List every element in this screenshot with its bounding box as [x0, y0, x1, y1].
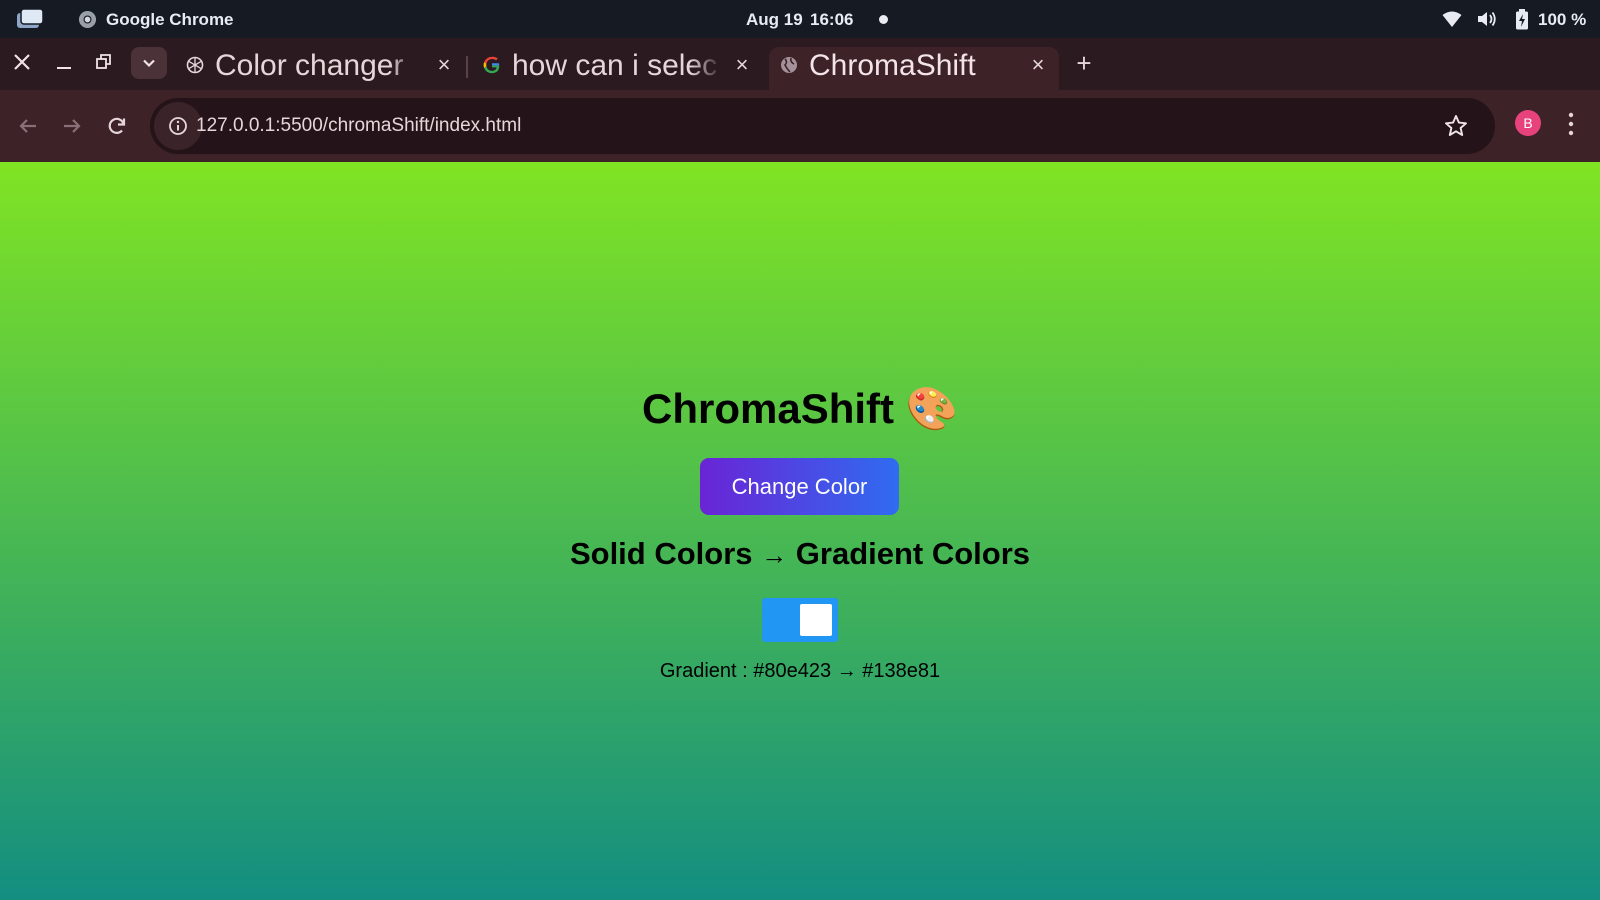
chrome-icon [78, 10, 97, 29]
tab-title: Color changer [215, 49, 404, 82]
volume-icon[interactable] [1477, 10, 1497, 28]
tab-search-button[interactable] [131, 47, 167, 79]
tab-close-icon[interactable]: × [731, 54, 753, 76]
site-info-button[interactable] [154, 102, 202, 150]
mode-arrow-icon: → [761, 540, 788, 570]
tab-chromashift[interactable]: ChromaShift × [769, 47, 1059, 90]
reload-icon[interactable] [103, 112, 131, 140]
tab-title: how can i selec [512, 49, 718, 82]
gradient-colors-label: Gradient Colors [795, 536, 1031, 571]
google-icon [483, 56, 500, 74]
new-tab-icon[interactable]: + [1071, 50, 1097, 76]
solid-colors-label: Solid Colors [569, 536, 753, 571]
gradient-start-value: #80e423 [753, 660, 832, 682]
bookmark-star-icon[interactable] [1443, 113, 1469, 139]
os-top-bar: Google Chrome Aug 19 16:06 100 % [0, 0, 1600, 38]
forward-arrow-icon[interactable] [58, 112, 86, 140]
app-title: ChromaShift [642, 385, 895, 432]
page-title: ChromaShift 🎨 [0, 384, 1600, 434]
tab-close-icon[interactable]: × [1027, 54, 1049, 76]
notification-dot [879, 15, 888, 24]
page-viewport: ChromaShift 🎨 Change Color Solid Colors … [0, 162, 1600, 900]
tab-color-changer[interactable]: Color changer × [175, 47, 465, 90]
openai-icon [186, 56, 204, 74]
more-menu-icon[interactable] [1561, 110, 1581, 138]
change-color-button[interactable]: Change Color [700, 458, 899, 515]
window-restore-icon[interactable] [90, 48, 118, 76]
window-close-icon[interactable] [8, 48, 36, 76]
gradient-prefix: Gradient : [659, 660, 748, 682]
palette-icon: 🎨 [905, 384, 958, 433]
gradient-mode-toggle[interactable] [762, 598, 838, 642]
gradient-arrow-icon: → [836, 660, 857, 682]
tab-google-search[interactable]: how can i selec × [472, 47, 762, 90]
gradient-readout: Gradient : #80e423 → #138e81 [0, 660, 1600, 683]
wifi-icon[interactable] [1442, 10, 1462, 28]
battery-percentage[interactable]: 100 % [1538, 10, 1586, 30]
back-arrow-icon[interactable] [14, 112, 42, 140]
active-app-name[interactable]: Google Chrome [106, 10, 234, 30]
profile-avatar[interactable]: B [1515, 110, 1541, 136]
gradient-end-value: #138e81 [862, 660, 941, 682]
tab-title: ChromaShift [809, 49, 976, 82]
clock-date[interactable]: Aug 19 [746, 10, 803, 30]
globe-icon [781, 57, 797, 73]
chevron-down-icon [143, 59, 155, 68]
window-minimize-icon[interactable] [50, 48, 78, 76]
address-bar[interactable]: 127.0.0.1:5500/chromaShift/index.html [150, 98, 1495, 154]
battery-icon[interactable] [1515, 9, 1529, 30]
clock-time[interactable]: 16:06 [810, 10, 853, 30]
tab-divider [466, 56, 468, 78]
toggle-knob [800, 604, 832, 636]
tab-close-icon[interactable]: × [433, 54, 455, 76]
browser-toolbar: 127.0.0.1:5500/chromaShift/index.html B [0, 90, 1600, 162]
tab-strip: Color changer × how can i selec × Chroma… [0, 38, 1600, 90]
info-icon [169, 117, 187, 135]
mode-label: Solid Colors → Gradient Colors [0, 536, 1600, 572]
url-text[interactable]: 127.0.0.1:5500/chromaShift/index.html [196, 115, 521, 137]
window-switcher-icon[interactable] [16, 8, 44, 30]
